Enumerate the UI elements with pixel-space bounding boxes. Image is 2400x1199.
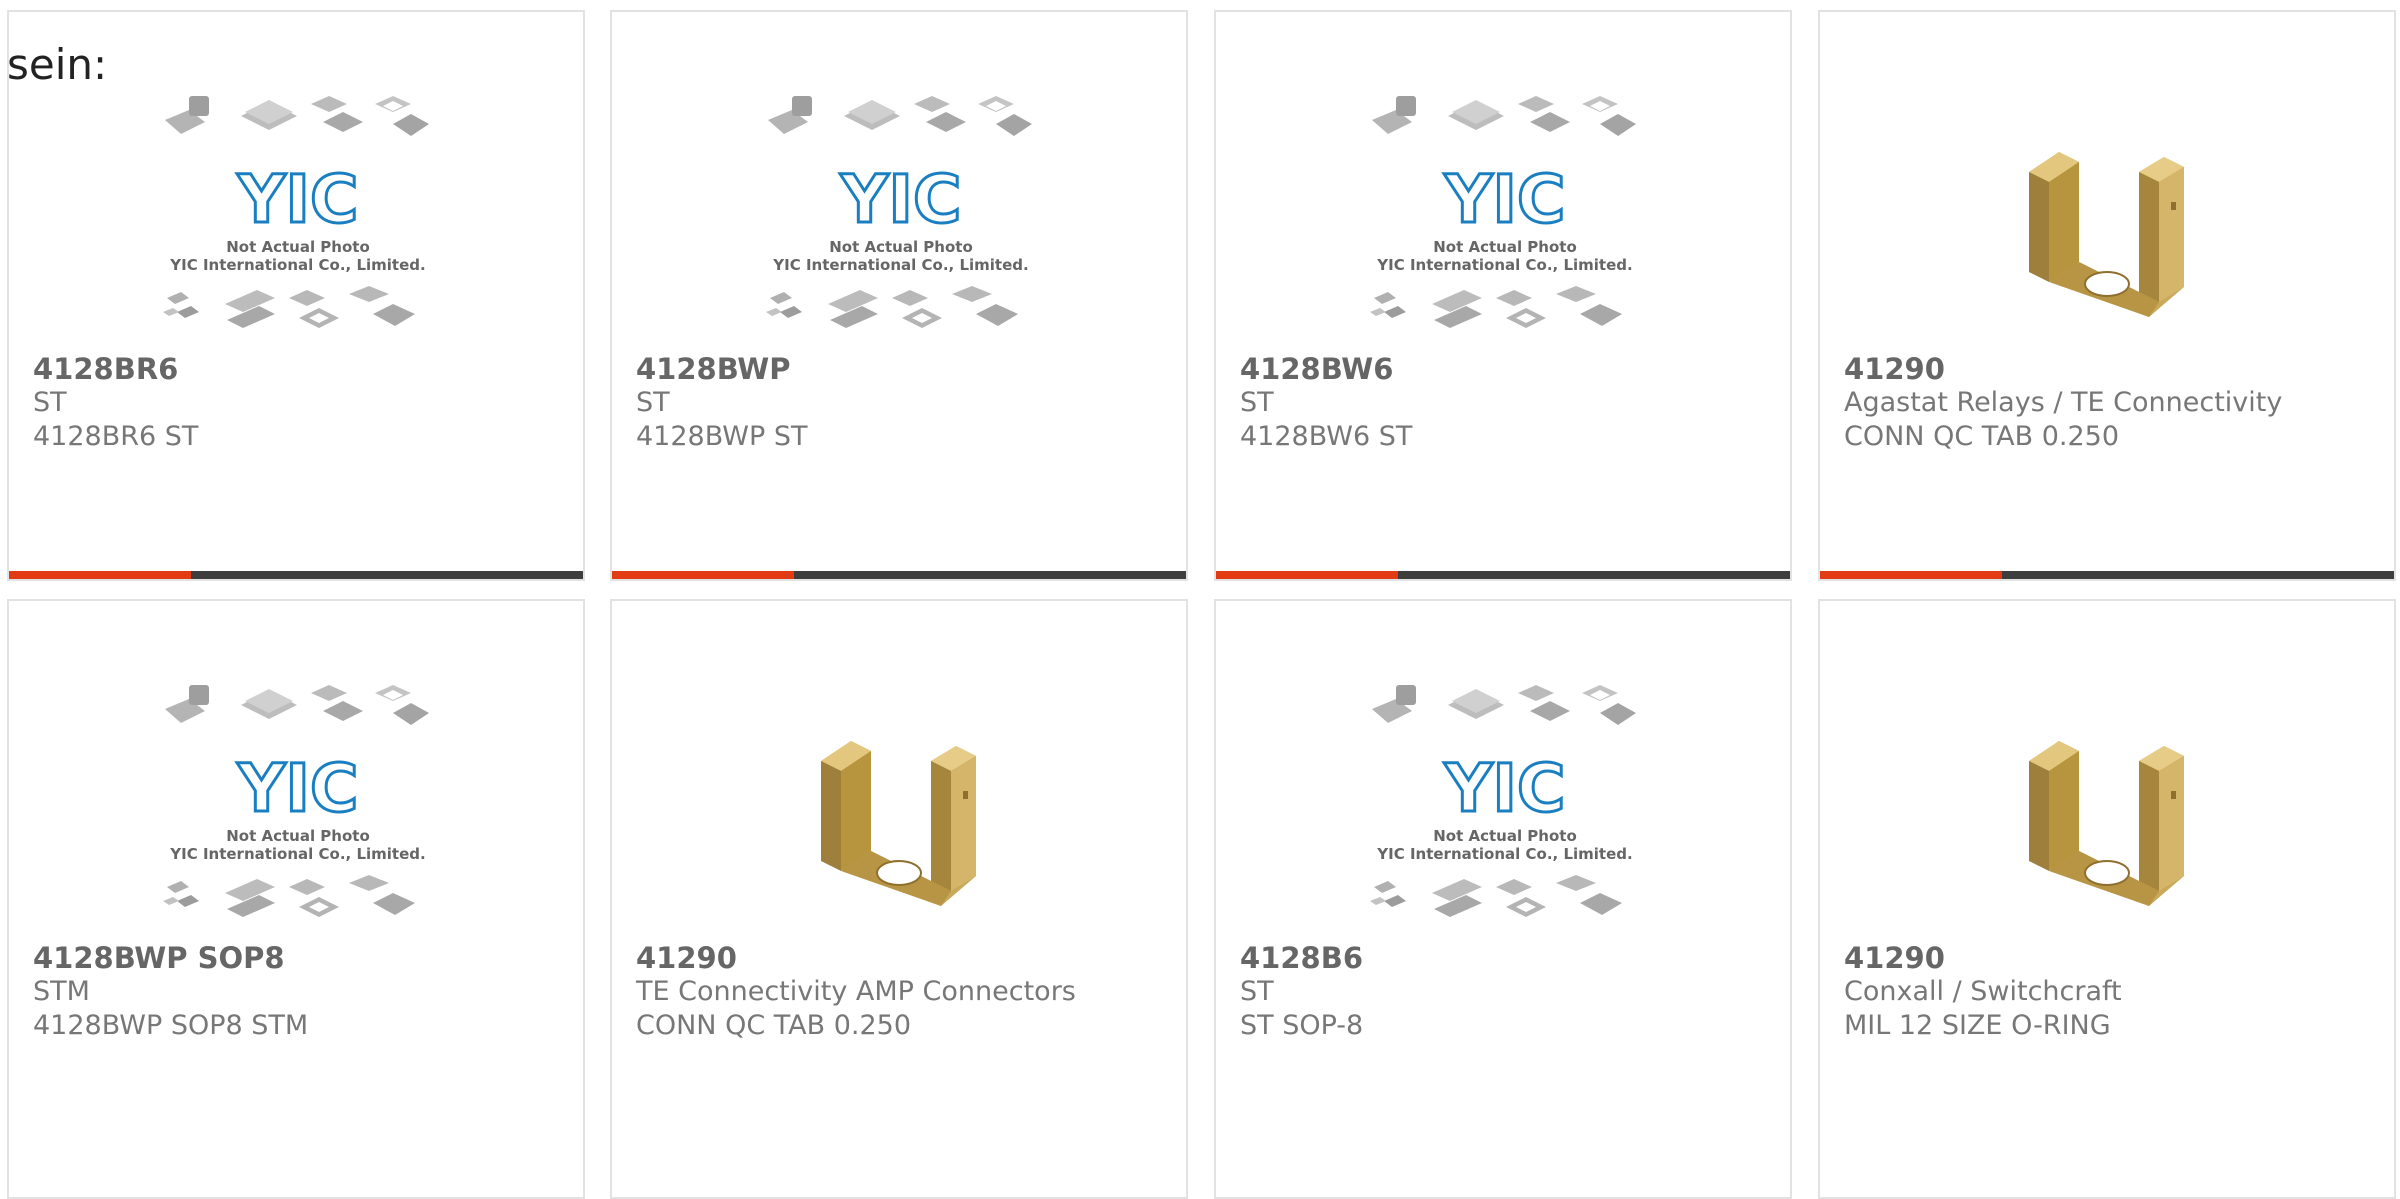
- product-card[interactable]: 41290 TE Connectivity AMP Connectors CONN …: [610, 599, 1188, 1199]
- part-number-link[interactable]: 41290: [1844, 352, 2384, 386]
- part-number-link[interactable]: 41290: [1844, 941, 2384, 975]
- description-text: 4128BWP SOP8 STM: [33, 1010, 309, 1041]
- part-number-link[interactable]: 4128BW6: [1240, 352, 1780, 386]
- product-info: 4128BW6 ST 4128BW6 ST: [1240, 352, 1780, 454]
- yic-logo: YIC: [1444, 750, 1566, 827]
- manufacturer-text: ST: [33, 387, 67, 418]
- company-name-text: YIC International Co., Limited.: [169, 256, 425, 274]
- product-card[interactable]: YIC Not Actual Photo YIC International Co.…: [1214, 599, 1792, 1199]
- yic-logo: YIC: [1444, 161, 1566, 238]
- manufacturer-text: TE Connectivity AMP Connectors: [636, 976, 1076, 1007]
- product-info: 4128BWP SOP8 STM 4128BWP SOP8 STM: [33, 941, 573, 1043]
- part-number-link[interactable]: 4128BWP SOP8: [33, 941, 573, 975]
- description-text: MIL 12 SIZE O-RING: [1844, 1010, 2111, 1041]
- manufacturer-text: ST: [1240, 387, 1274, 418]
- product-card[interactable]: YIC Not Actual Photo YIC International Co.…: [610, 10, 1188, 581]
- yic-logo: YIC: [237, 161, 359, 238]
- product-info: 41290 Agastat Relays / TE Connectivity CON…: [1844, 352, 2384, 454]
- company-name-text: YIC International Co., Limited.: [1376, 256, 1632, 274]
- card-bottom-bar: [1216, 571, 1790, 579]
- product-info: 4128B6 ST ST SOP-8: [1240, 941, 1780, 1043]
- product-image[interactable]: YIC Not Actual Photo YIC International Co.…: [1216, 681, 1790, 941]
- not-actual-photo-image: YICNot Actual PhotoYIC International Co.…: [1370, 685, 1636, 917]
- manufacturer-text: Agastat Relays / TE Connectivity: [1844, 387, 2283, 418]
- yic-logo: YIC: [237, 750, 359, 827]
- manufacturer-text: Conxall / Switchcraft: [1844, 976, 2122, 1007]
- card-bottom-bar: [1820, 571, 2394, 579]
- connector-tab-image: [2028, 740, 2185, 907]
- product-image[interactable]: YIC Not Actual Photo YIC International Co.…: [1216, 92, 1790, 352]
- description-text: 4128BW6 ST: [1240, 421, 1413, 452]
- not-actual-photo-text: Not Actual Photo: [1433, 827, 1577, 845]
- not-actual-photo-text: Not Actual Photo: [226, 827, 370, 845]
- connector-tab-image: [2028, 151, 2185, 318]
- description-text: CONN QC TAB 0.250: [636, 1010, 912, 1041]
- product-image[interactable]: [1820, 92, 2394, 352]
- product-info: 4128BWP ST 4128BWP ST: [636, 352, 1176, 454]
- not-actual-photo-text: Not Actual Photo: [226, 238, 370, 256]
- yic-logo: YIC: [840, 161, 962, 238]
- company-name-text: YIC International Co., Limited.: [772, 256, 1028, 274]
- card-accent-bar: [1216, 571, 1398, 579]
- card-bottom-bar: [9, 571, 583, 579]
- product-grid: YIC Not Actual Photo YIC International Co.…: [7, 10, 2400, 1199]
- product-image[interactable]: YIC Not Actual Photo YIC International Co.…: [612, 92, 1186, 352]
- not-actual-photo-image: YICNot Actual PhotoYIC International Co.…: [766, 96, 1032, 328]
- product-card[interactable]: 41290 Agastat Relays / TE Connectivity CON…: [1818, 10, 2396, 581]
- product-image[interactable]: [612, 681, 1186, 941]
- description-text: 4128BWP ST: [636, 421, 808, 452]
- manufacturer-text: ST: [1240, 976, 1274, 1007]
- product-info: 41290 TE Connectivity AMP Connectors CONN …: [636, 941, 1176, 1043]
- part-number-link[interactable]: 4128BWP: [636, 352, 1176, 386]
- description-text: CONN QC TAB 0.250: [1844, 421, 2120, 452]
- part-number-link[interactable]: 4128BR6: [33, 352, 573, 386]
- product-info: 4128BR6 ST 4128BR6 ST: [33, 352, 573, 454]
- product-card[interactable]: 41290 Conxall / Switchcraft MIL 12 SIZE O-…: [1818, 599, 2396, 1199]
- description-text: 4128BR6 ST: [33, 421, 199, 452]
- not-actual-photo-text: Not Actual Photo: [1433, 238, 1577, 256]
- not-actual-photo-image: YICNot Actual PhotoYIC International Co.…: [163, 96, 429, 328]
- not-actual-photo-text: Not Actual Photo: [829, 238, 973, 256]
- product-card[interactable]: YIC Not Actual Photo YIC International Co.…: [7, 10, 585, 581]
- company-name-text: YIC International Co., Limited.: [169, 845, 425, 863]
- description-text: ST SOP-8: [1240, 1010, 1364, 1041]
- not-actual-photo-image: YICNot Actual PhotoYIC International Co.…: [163, 685, 429, 917]
- not-actual-photo-image: YICNot Actual PhotoYIC International Co.…: [1370, 96, 1636, 328]
- card-accent-bar: [9, 571, 191, 579]
- part-number-link[interactable]: 41290: [636, 941, 1176, 975]
- product-info: 41290 Conxall / Switchcraft MIL 12 SIZE O-…: [1844, 941, 2384, 1043]
- product-card[interactable]: YIC Not Actual Photo YIC International Co.…: [1214, 10, 1792, 581]
- company-name-text: YIC International Co., Limited.: [1376, 845, 1632, 863]
- manufacturer-text: ST: [636, 387, 670, 418]
- intro-text: sein:: [7, 40, 108, 89]
- manufacturer-text: STM: [33, 976, 90, 1007]
- card-accent-bar: [612, 571, 794, 579]
- product-image[interactable]: YIC Not Actual Photo YIC International Co.…: [9, 92, 583, 352]
- product-image[interactable]: YIC Not Actual Photo YIC International Co.…: [9, 681, 583, 941]
- part-number-link[interactable]: 4128B6: [1240, 941, 1780, 975]
- product-card[interactable]: YIC Not Actual Photo YIC International Co.…: [7, 599, 585, 1199]
- card-bottom-bar: [612, 571, 1186, 579]
- connector-tab-image: [820, 740, 977, 907]
- product-image[interactable]: [1820, 681, 2394, 941]
- card-accent-bar: [1820, 571, 2002, 579]
